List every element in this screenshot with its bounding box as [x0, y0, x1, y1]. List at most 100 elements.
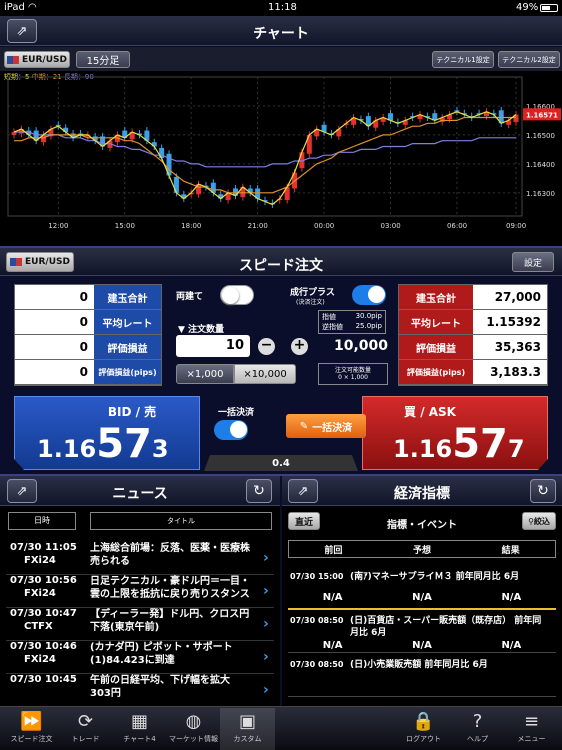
- sell-label: 評価損益(pips): [93, 360, 161, 384]
- econ-subtitle: 指標・イベント: [387, 520, 457, 531]
- buy-row: 評価損益 35,363: [399, 335, 547, 360]
- speed-icon: ⏩: [20, 710, 43, 732]
- econ-title: 経済指標: [394, 486, 450, 502]
- bulk-toggle[interactable]: [214, 420, 248, 440]
- ask-label: 買 / ASK: [404, 405, 456, 419]
- news-headline: 日足テクニカル・豪ドル円＝一目・雲の上限を抵抗に戻り売りスタンス: [90, 576, 250, 600]
- x-tick-label: 00:00: [314, 222, 334, 230]
- econ-forecast: N/A: [412, 592, 432, 603]
- limit-label: 指値: [322, 313, 336, 321]
- stop-value: 25.0pip: [355, 322, 382, 330]
- candle-body: [173, 176, 179, 193]
- sell-value: 0: [15, 285, 94, 309]
- chevron-right-icon: ›: [263, 550, 269, 566]
- tab-globe[interactable]: ◍ マーケット情報: [166, 708, 221, 750]
- chart-pair-button[interactable]: EUR/USD: [4, 51, 70, 68]
- news-item[interactable]: 07/30 10:46 FXi24 (カナダ円) ピボット・サポート(1)84.42…: [6, 641, 274, 674]
- ma-short-line: [13, 111, 517, 206]
- news-item[interactable]: 07/30 10:56 FXi24 日足テクニカル・豪ドル円＝一目・雲の上限を抵抗に…: [6, 575, 274, 608]
- nariyuki-toggle[interactable]: [352, 285, 386, 305]
- buy-label: 建玉合計: [399, 285, 473, 309]
- news-time: 07/30 10:47: [10, 608, 77, 619]
- settings-button[interactable]: 設定: [512, 252, 554, 272]
- news-title: ニュース: [112, 486, 168, 502]
- refresh-icon: ↻: [537, 483, 549, 499]
- ask-buy-button[interactable]: 買 / ASK 1.16577: [362, 396, 548, 470]
- x-tick-label: 18:00: [181, 222, 201, 230]
- econ-time: 07/30 08:50: [290, 660, 344, 669]
- econ-event[interactable]: 07/30 15:00 (南ｱ)マネーサプライＭ３ 前年同月比 6月 N/A N/A N…: [288, 568, 556, 612]
- econ-event[interactable]: 07/30 08:50 (日)小売業販売額 前年同月比 6月: [288, 656, 556, 700]
- tech2-button[interactable]: テクニカル2設定: [498, 51, 560, 68]
- filter-button[interactable]: ⚲ 絞込: [522, 512, 556, 530]
- minus-button[interactable]: −: [258, 338, 275, 355]
- ask-price: 1.16577: [393, 421, 525, 467]
- news-source: FXi24: [24, 588, 56, 599]
- news-source: FXi24: [24, 555, 56, 566]
- chevron-right-icon: ›: [263, 583, 269, 599]
- econ-result: N/A: [501, 640, 522, 651]
- econ-header: ⇗ 経済指標 ↻: [282, 476, 562, 506]
- clock: 11:18: [268, 2, 297, 13]
- news-source: FXi24: [24, 654, 56, 665]
- timeframe-button[interactable]: 15分足: [76, 51, 130, 68]
- news-time: 07/30 10:45: [10, 674, 77, 685]
- buy-position-table: 建玉合計 27,000 平均レート 1.15392 評価損益 35,363 評価損益(pip…: [398, 284, 548, 386]
- tab-help[interactable]: ? ヘルプ: [450, 708, 505, 750]
- buy-value: 27,000: [472, 285, 547, 309]
- econ-event[interactable]: 07/30 08:50 (日)百貨店・スーパー販売額（既存店） 前年同月比 6月 N…: [288, 612, 556, 656]
- current-price-label: 1.16571: [526, 111, 558, 119]
- qty-input[interactable]: 10: [176, 335, 250, 357]
- news-refresh-button[interactable]: ↻: [246, 479, 272, 503]
- tab-label: スピード注文: [10, 735, 53, 743]
- news-headline: 【ディーラー発】ドル円、クロス円下落(東京午前): [90, 609, 250, 633]
- plus-button[interactable]: +: [291, 338, 308, 355]
- candle-body: [159, 147, 165, 159]
- econ-time: 07/30 08:50: [290, 616, 344, 625]
- econ-event-title: (日)小売業販売額 前年同月比 6月: [350, 660, 488, 670]
- news-headline: (カナダ円) ピボット・サポート(1)84.423に到達: [90, 642, 233, 666]
- chart4-icon: ▦: [130, 710, 148, 732]
- tab-chart4[interactable]: ▦ チャート4: [112, 708, 167, 750]
- mult-10000-button[interactable]: ×10,000: [234, 364, 296, 384]
- wifi-icon: ◠: [28, 2, 37, 13]
- sell-value: 0: [15, 310, 94, 334]
- buy-value: 3,183.3: [472, 360, 547, 384]
- tab-label: ヘルプ: [467, 735, 488, 743]
- tech1-button[interactable]: テクニカル1設定: [432, 51, 494, 68]
- tab-speed[interactable]: ⏩ スピード注文: [4, 708, 59, 750]
- news-item[interactable]: 07/30 10:45 午前の日経平均、下げ幅を拡大 303円 ›: [6, 674, 274, 707]
- chart-area[interactable]: 短期：5 中期：21 長期：90 1.16600 1.16500 1.16400 1.…: [0, 71, 562, 246]
- econ-refresh-button[interactable]: ↻: [530, 479, 556, 503]
- sell-row: 0 評価損益(pips): [15, 360, 161, 385]
- tab-lock[interactable]: 🔒 ログアウト: [396, 708, 451, 750]
- tab-refresh[interactable]: ⟳ トレード: [58, 708, 113, 750]
- limit-stop-box[interactable]: 指値 30.0pip 逆指値 25.0pip: [318, 310, 386, 334]
- buy-label: 平均レート: [399, 310, 473, 334]
- news-item[interactable]: 07/30 11:05 FXi24 上海総合前場：反落、医薬・医療株売られる ›: [6, 542, 274, 575]
- possible-value: 0 × 1,000: [338, 374, 368, 381]
- sell-value: 0: [15, 335, 94, 359]
- news-time: 07/30 10:46: [10, 641, 77, 652]
- status-bar: iPad ◠ 11:18 49%: [0, 0, 562, 16]
- bulk-settle-button[interactable]: ✎ 一括決済: [286, 414, 366, 438]
- flag-icon: [7, 55, 20, 64]
- tab-menu[interactable]: ≡ メニュー: [504, 708, 559, 750]
- ryodate-toggle[interactable]: [220, 285, 254, 305]
- x-tick-label: 03:00: [381, 222, 401, 230]
- sell-position-table: 0 建玉合計 0 平均レート 0 評価損益 0 評価損益(pips): [14, 284, 162, 386]
- row-divider: [288, 652, 556, 653]
- news-source: CTFX: [24, 621, 53, 632]
- qty-label: ▼ 注文数量: [178, 325, 225, 335]
- tab-label: マーケット情報: [169, 735, 218, 743]
- news-item[interactable]: 07/30 10:47 CTFX 【ディーラー発】ドル円、クロス円下落(東京午前) ›: [6, 608, 274, 641]
- econ-col-headers: 前回 予想 結果: [288, 540, 556, 558]
- mult-1000-button[interactable]: ×1,000: [176, 364, 234, 384]
- tab-custom[interactable]: ▣ カスタム: [220, 708, 275, 750]
- bid-sell-button[interactable]: BID / 売 1.16573: [14, 396, 200, 470]
- chart-header: ⇗ チャート: [0, 16, 562, 46]
- buy-row: 評価損益(pips) 3,183.3: [399, 360, 547, 385]
- sell-label: 評価損益: [93, 335, 161, 359]
- bulk-label: 一括決済: [218, 408, 255, 418]
- x-tick-label: 21:00: [248, 222, 268, 230]
